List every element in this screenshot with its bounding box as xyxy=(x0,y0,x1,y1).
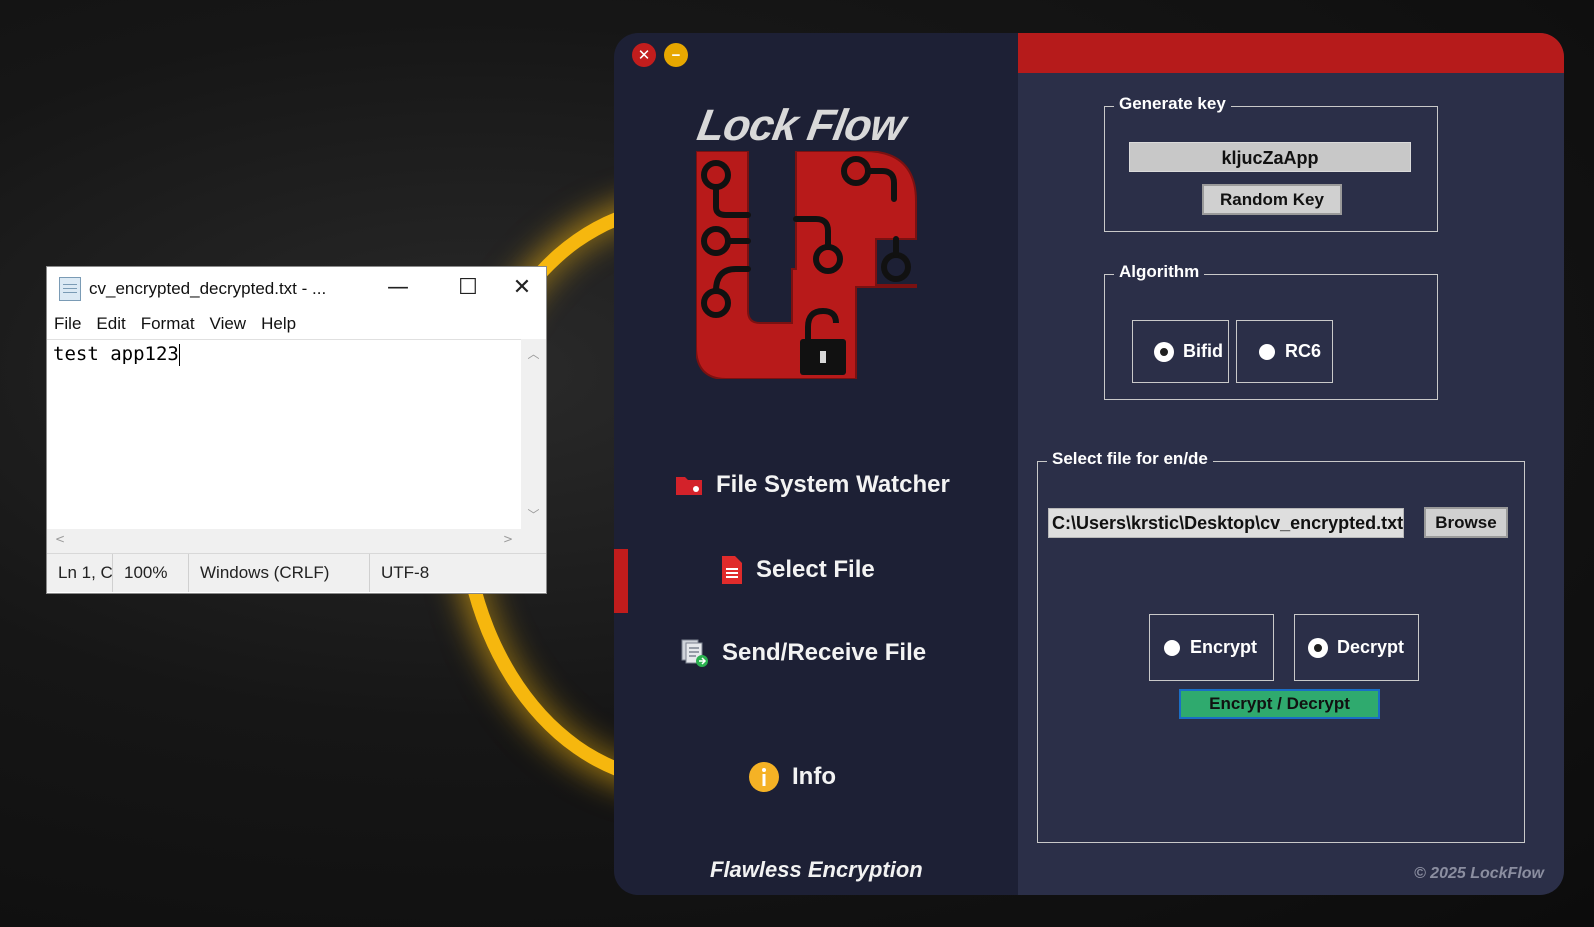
random-key-button[interactable]: Random Key xyxy=(1202,184,1342,215)
scroll-left-icon[interactable]: < xyxy=(55,532,65,546)
nav-file-system-watcher[interactable]: File System Watcher xyxy=(614,471,1078,499)
radio-encrypt-label: Encrypt xyxy=(1190,637,1258,657)
text-caret xyxy=(178,343,180,366)
document-icon xyxy=(722,556,742,584)
header-strip[interactable] xyxy=(1018,33,1564,73)
radio-bifid[interactable]: Bifid xyxy=(1132,320,1229,383)
notepad-statusbar: Ln 1, C 100% Windows (CRLF) UTF-8 xyxy=(47,553,546,592)
select-file-legend: Select file for en/de xyxy=(1047,449,1213,469)
copyright-text: © 2025 LockFlow xyxy=(1413,865,1544,882)
radio-unchecked-icon xyxy=(1164,639,1180,656)
notepad-window: cv_encrypted_decrypted.txt - ... — ☐ ✕ F… xyxy=(46,266,547,594)
notepad-icon xyxy=(59,277,81,301)
nav-send-receive-file[interactable]: Send/Receive File xyxy=(614,638,1084,668)
radio-checked-icon xyxy=(1155,342,1173,361)
key-field[interactable]: kljucZaApp xyxy=(1129,142,1411,172)
folder-icon xyxy=(676,477,702,495)
file-transfer-icon xyxy=(681,639,708,667)
menu-view[interactable]: View xyxy=(210,314,247,334)
menu-help[interactable]: Help xyxy=(261,314,296,334)
nav-label: Send/Receive File xyxy=(722,639,927,666)
encrypt-decrypt-button[interactable]: Encrypt / Decrypt xyxy=(1179,689,1380,719)
algorithm-group: Algorithm Bifid RC6 xyxy=(1104,262,1438,400)
radio-decrypt-label: Decrypt xyxy=(1337,637,1405,657)
nav-label: Info xyxy=(792,763,836,790)
minimize-button[interactable]: — xyxy=(375,267,421,307)
radio-rc6[interactable]: RC6 xyxy=(1236,320,1333,383)
sidebar: ✕ − Lock Flow File System Watcher Select… xyxy=(614,33,1018,895)
radio-bifid-label: Bifid xyxy=(1183,341,1223,361)
lockflow-logo-icon xyxy=(696,151,917,379)
menu-file[interactable]: File xyxy=(54,314,81,334)
status-zoom: 100% xyxy=(113,554,189,592)
radio-encrypt[interactable]: Encrypt xyxy=(1149,614,1274,681)
status-position: Ln 1, C xyxy=(47,554,113,592)
radio-unchecked-icon xyxy=(1259,343,1275,360)
app-close-button[interactable]: ✕ xyxy=(632,43,656,67)
close-button[interactable]: ✕ xyxy=(499,267,545,307)
notepad-content: test app123 xyxy=(53,343,179,365)
menu-format[interactable]: Format xyxy=(141,314,195,334)
menu-edit[interactable]: Edit xyxy=(96,314,125,334)
main-panel: Generate key kljucZaApp Random Key Algor… xyxy=(1018,33,1564,895)
horizontal-scrollbar[interactable]: < > xyxy=(47,529,521,553)
notepad-text-area[interactable]: test app123 xyxy=(47,339,521,529)
generate-key-legend: Generate key xyxy=(1114,94,1231,114)
file-path-field[interactable]: C:\Users\krstic\Desktop\cv_encrypted.txt xyxy=(1048,508,1404,538)
tagline: Flawless Encryption xyxy=(710,857,923,882)
radio-rc6-label: RC6 xyxy=(1285,341,1322,361)
generate-key-group: Generate key kljucZaApp Random Key xyxy=(1104,94,1438,232)
info-icon xyxy=(749,762,779,792)
select-file-group: Select file for en/de C:\Users\krstic\De… xyxy=(1037,449,1525,843)
radio-decrypt[interactable]: Decrypt xyxy=(1294,614,1419,681)
app-minimize-button[interactable]: − xyxy=(664,43,688,67)
notepad-title: cv_encrypted_decrypted.txt - ... xyxy=(89,279,327,298)
nav-label: Select File xyxy=(756,556,875,583)
radio-checked-icon xyxy=(1309,638,1327,657)
notepad-menubar: File Edit Format View Help xyxy=(47,311,546,337)
scroll-down-icon[interactable]: ﹀ xyxy=(521,506,546,523)
brand-logo-text: Lock Flow xyxy=(693,101,909,150)
vertical-scrollbar[interactable]: ︿ ﹀ xyxy=(521,339,546,529)
lockflow-window: ✕ − Lock Flow File System Watcher Select… xyxy=(614,33,1564,895)
algorithm-legend: Algorithm xyxy=(1114,262,1205,282)
maximize-button[interactable]: ☐ xyxy=(445,267,491,307)
scroll-up-icon[interactable]: ︿ xyxy=(521,345,546,362)
scroll-right-icon[interactable]: > xyxy=(503,532,513,546)
nav-label: File System Watcher xyxy=(716,471,950,498)
browse-button[interactable]: Browse xyxy=(1424,507,1508,538)
resize-corner xyxy=(521,529,546,553)
status-line-ending: Windows (CRLF) xyxy=(189,554,370,592)
status-encoding: UTF-8 xyxy=(381,563,430,582)
notepad-titlebar[interactable]: cv_encrypted_decrypted.txt - ... — ☐ ✕ xyxy=(47,267,546,311)
